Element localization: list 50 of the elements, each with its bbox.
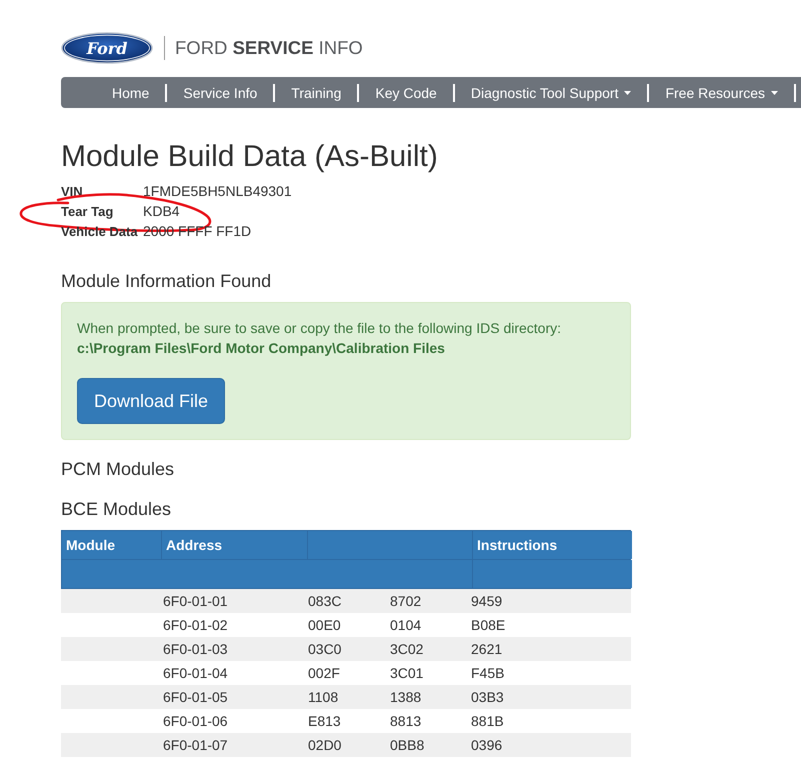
table-cell-text: 03B3	[470, 688, 505, 707]
section-heading: BCE Modules	[61, 499, 172, 519]
table-cell-text: 6F0-01-04	[162, 664, 229, 683]
column-header: Address	[162, 531, 307, 559]
table-cell-text: 9459	[470, 592, 504, 611]
table-cell-text: 083C	[307, 592, 342, 611]
table-cell-text: E813	[307, 712, 342, 731]
table-cell-text: 002F	[307, 664, 341, 683]
table-cell-text: 3C01	[389, 664, 424, 683]
nav-link[interactable]: Free Resources	[649, 82, 794, 102]
column-header: Module	[62, 531, 161, 559]
field-label: VIN	[61, 184, 84, 198]
nav-link[interactable]: Service Info	[167, 82, 274, 102]
table-cell-text: 1108	[307, 688, 340, 707]
table-cell-text: 6F0-01-05	[162, 688, 229, 707]
table-cell-text: 3C02	[389, 640, 424, 659]
table-cell-text: 0104	[389, 616, 422, 635]
nav-link[interactable]: Home	[96, 82, 166, 102]
field-label: Tear Tag	[61, 204, 114, 218]
table-cell-text: 8813	[389, 712, 422, 731]
table-cell-text: 8702	[389, 592, 422, 611]
download-button[interactable]: Download File	[77, 378, 226, 424]
table-cell-text: 0BB8	[389, 736, 426, 755]
table-cell-text: 6F0-01-07	[162, 736, 229, 755]
table-cell-text: 6F0-01-06	[162, 712, 229, 731]
table-cell-text: 03C0	[307, 640, 342, 659]
field-value: 1FMDE5BH5NLB49301	[143, 183, 292, 199]
page-title: Module Build Data (As-Built)	[61, 140, 439, 173]
alert-message: When prompted, be sure to save or copy the file to the following IDS directory:	[77, 319, 562, 338]
logo: Ford	[61, 32, 153, 64]
column-header: Instructions	[473, 531, 632, 559]
section-heading: Module Information Found	[61, 271, 272, 291]
table-cell-text: F45B	[470, 664, 506, 683]
table-cell-text: 00E0	[307, 616, 342, 635]
field-value: KDB4	[143, 203, 180, 219]
site-name: FORD SERVICE INFO	[175, 37, 363, 59]
table-cell-text: 6F0-01-03	[162, 640, 229, 659]
table-cell-text: 1388	[389, 688, 422, 707]
directory-path: c:\Program Files\Ford Motor Company\Calibration Files	[77, 339, 446, 358]
table-cell-text: 2621	[470, 640, 504, 659]
table-cell-text: 0396	[470, 736, 504, 755]
table-cell-text: 6F0-01-02	[162, 616, 229, 635]
table-cell-text: 02D0	[307, 736, 342, 755]
table-cell-text: B08E	[470, 616, 506, 635]
table-cell-text: 6F0-01-01	[162, 592, 229, 611]
nav-link[interactable]: Training	[275, 82, 358, 102]
table-cell-text: 881B	[470, 712, 505, 731]
nav-link[interactable]: Key Code	[359, 82, 453, 102]
section-heading: PCM Modules	[61, 459, 176, 479]
nav-link[interactable]: Diagnostic Tool Support	[454, 82, 648, 102]
